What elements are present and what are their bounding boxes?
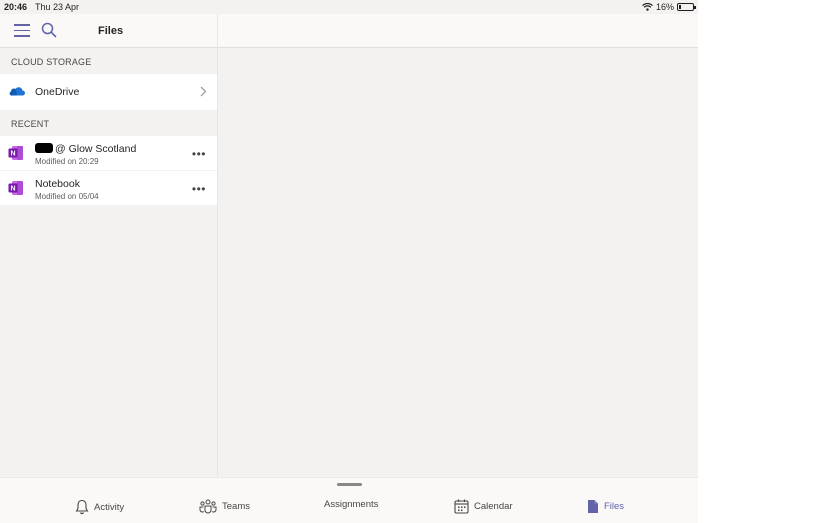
tab-teams[interactable]: Teams — [199, 499, 250, 514]
tab-label: Activity — [94, 501, 125, 513]
recent-file-modified: Modified on 05/04 — [35, 192, 99, 201]
tab-files[interactable]: Files — [587, 499, 624, 514]
teams-icon — [199, 499, 217, 514]
redaction-mark — [35, 143, 53, 153]
onedrive-label: OneDrive — [35, 86, 80, 98]
tab-label: Teams — [222, 501, 250, 512]
onedrive-icon — [9, 87, 25, 96]
recent-file-modified: Modified on 20:29 — [35, 157, 99, 166]
status-indicators: 16% — [642, 2, 696, 12]
battery-percent: 16% — [655, 2, 674, 12]
tab-activity[interactable]: Activity — [75, 499, 124, 515]
onenote-icon: N — [8, 146, 23, 160]
status-bar: 20:46 Thu 23 Apr 16% — [0, 0, 698, 14]
files-list-pane: CLOUD STORAGE OneDrive RECENT N @ Glow S… — [0, 48, 218, 477]
battery-fill — [679, 5, 681, 9]
bell-icon — [75, 499, 89, 515]
onedrive-item[interactable]: OneDrive — [0, 74, 217, 110]
tab-label: Calendar — [474, 501, 513, 512]
svg-text:N: N — [10, 151, 15, 158]
recent-file-item[interactable]: N Notebook Modified on 05/04 ••• — [0, 171, 217, 206]
teams-app: 20:46 Thu 23 Apr 16% Files CLOUD STORAGE… — [0, 0, 698, 523]
page-title: Files — [98, 25, 124, 37]
search-icon[interactable] — [41, 22, 57, 38]
section-header-recent: RECENT — [11, 119, 50, 129]
recent-file-title: Notebook — [35, 178, 80, 190]
chevron-right-icon — [200, 86, 207, 97]
hamburger-menu-icon[interactable] — [14, 24, 30, 38]
wifi-icon — [642, 3, 653, 11]
calendar-icon — [454, 499, 469, 514]
recent-file-item[interactable]: N @ Glow Scotland Modified on 20:29 ••• — [0, 136, 217, 171]
svg-text:N: N — [10, 186, 15, 193]
status-date: Thu 23 Apr — [35, 2, 80, 12]
drag-handle[interactable] — [337, 483, 362, 486]
more-options-icon[interactable]: ••• — [192, 182, 206, 196]
more-options-icon[interactable]: ••• — [192, 147, 206, 161]
tab-calendar[interactable]: Calendar — [454, 499, 513, 514]
recent-file-title: @ Glow Scotland — [35, 143, 136, 155]
file-icon — [588, 500, 598, 513]
recent-file-title-text: @ Glow Scotland — [55, 143, 137, 155]
onenote-icon: N — [8, 181, 23, 195]
battery-icon — [677, 3, 696, 11]
tab-label: Assignments — [324, 499, 379, 510]
header-left-pane: Files — [0, 14, 218, 48]
tab-assignments[interactable]: Assignments — [324, 499, 378, 510]
status-time: 20:46 — [4, 2, 28, 12]
app-header: Files — [0, 14, 698, 48]
bottom-tab-bar: Activity Teams Assignments Calendar File… — [0, 477, 698, 523]
section-header-cloud: CLOUD STORAGE — [11, 57, 92, 67]
tab-label: Files — [604, 501, 625, 512]
